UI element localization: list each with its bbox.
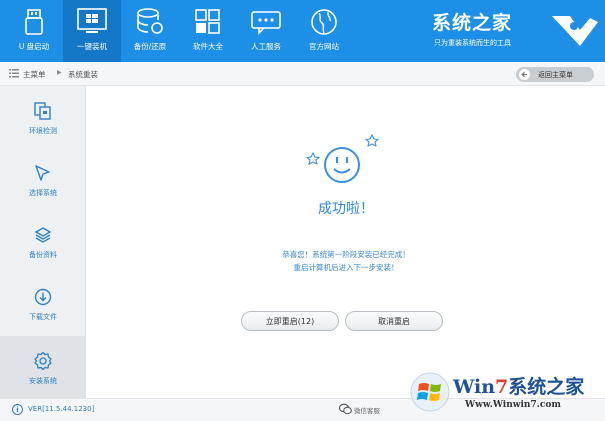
brand-mark-icon	[552, 16, 598, 46]
watermark-title-prefix: Win	[453, 376, 496, 398]
nav-backup-restore-label: 备份/还原	[133, 42, 167, 51]
app-grid-icon	[193, 7, 223, 37]
nav-backup-restore[interactable]: 备份/还原	[121, 0, 179, 62]
nav-one-click-install-label: 一键装机	[77, 42, 107, 51]
sidebar-item-label: 选择系统	[29, 189, 57, 197]
database-backup-icon	[135, 7, 165, 37]
main-content: 成功啦！ 恭喜您！系统第一阶段安装已经完成！ 重启计算机后进入下一步安装！ 立即…	[87, 86, 605, 398]
success-message-line1: 恭喜您！系统第一阶段安装已经完成！	[282, 250, 410, 259]
nav-usb-boot-label: U 盘启动	[18, 42, 50, 51]
watermark-url: Www.Winwin7.com	[465, 400, 561, 410]
sidebar-item-select-system[interactable]: 选择系统	[0, 148, 86, 210]
nav-official-site[interactable]: 官方网站	[295, 0, 353, 62]
top-nav-bar: U 盘启动 一键装机 备份/还原 软件大全 人工服务 官方网站 系统之家 只为重…	[0, 0, 605, 62]
usb-drive-icon	[19, 7, 49, 37]
menu-list-icon	[9, 69, 19, 78]
watermark-title-suffix: 系统之家	[508, 376, 585, 398]
site-watermark: Win7系统之家 Www.Winwin7.com	[405, 366, 605, 421]
watermark-title-seven: 7	[495, 376, 509, 398]
layers-backup-icon	[32, 224, 54, 246]
download-icon	[32, 286, 54, 308]
sidebar-item-env-check[interactable]: 环境检测	[0, 86, 86, 148]
gear-icon	[32, 350, 54, 372]
version-label: VER[11.5.44.1230]	[28, 405, 95, 413]
smiley-success-icon	[306, 134, 379, 183]
globe-icon	[309, 7, 339, 37]
env-check-icon	[32, 100, 54, 122]
nav-official-site-label: 官方网站	[309, 42, 339, 51]
back-to-main-label: 返回主菜单	[538, 70, 573, 79]
info-icon: i	[12, 404, 23, 415]
sidebar-item-label: 环境检测	[29, 127, 57, 135]
success-message-line2: 重启计算机后进入下一步安装！	[293, 263, 399, 272]
sidebar: 环境检测 选择系统 备份资料 下载文件 安装系统	[0, 86, 86, 398]
nav-usb-boot[interactable]: U 盘启动	[5, 0, 63, 62]
wechat-icon	[339, 403, 352, 415]
breadcrumb-current: 系统重装	[68, 70, 98, 79]
brand-slogan: 只为重装系统而生的工具	[434, 39, 511, 47]
nav-one-click-install[interactable]: 一键装机	[63, 0, 121, 62]
success-heading: 成功啦！	[318, 201, 374, 217]
windows-flag-logo-icon	[410, 372, 450, 412]
breadcrumb: 主菜单 ▶ 系统重装 返回主菜单	[0, 62, 605, 86]
back-to-main-button[interactable]: 返回主菜单	[516, 67, 594, 82]
brand-logo: 系统之家 只为重装系统而生的工具	[432, 8, 602, 54]
cursor-select-icon	[32, 162, 54, 184]
chat-icon	[251, 7, 281, 37]
sidebar-item-backup-data[interactable]: 备份资料	[0, 210, 86, 272]
restart-now-button[interactable]: 立即重启(12)	[241, 311, 339, 331]
back-arrow-icon	[519, 69, 530, 80]
sidebar-item-label: 下载文件	[29, 313, 57, 321]
wechat-support-link[interactable]: 微信客服	[354, 405, 380, 415]
nav-software-label: 软件大全	[193, 42, 223, 51]
sidebar-item-label: 安装系统	[29, 377, 57, 385]
breadcrumb-arrow-icon: ▶	[57, 69, 62, 76]
nav-support-label: 人工服务	[251, 42, 281, 51]
windows-icon	[77, 7, 107, 37]
sidebar-item-label: 备份资料	[29, 251, 57, 259]
watermark-title: Win7系统之家	[453, 372, 584, 399]
sidebar-item-install-system[interactable]: 安装系统	[0, 336, 86, 398]
breadcrumb-home[interactable]: 主菜单	[23, 69, 46, 80]
nav-support[interactable]: 人工服务	[237, 0, 295, 62]
sidebar-item-download[interactable]: 下载文件	[0, 272, 86, 334]
brand-title: 系统之家	[432, 12, 513, 34]
cancel-restart-button[interactable]: 取消重启	[345, 311, 443, 331]
nav-software[interactable]: 软件大全	[179, 0, 237, 62]
